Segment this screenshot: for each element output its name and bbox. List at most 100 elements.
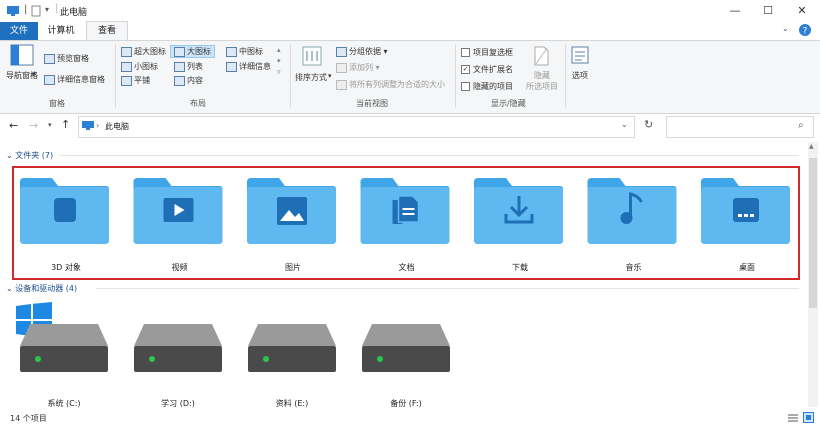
breadcrumb-this-pc[interactable]: 此电脑 bbox=[105, 121, 129, 132]
doc-line-glyph bbox=[402, 208, 415, 210]
layout-list[interactable]: 列表 bbox=[174, 61, 203, 72]
scrollbar-thumb[interactable] bbox=[809, 158, 817, 308]
folder-item[interactable] bbox=[701, 178, 790, 244]
drive-body bbox=[20, 346, 108, 372]
sort-by-icon[interactable] bbox=[301, 45, 323, 67]
folder-label: 3D 对象 bbox=[51, 263, 81, 272]
drive-item[interactable] bbox=[362, 324, 450, 372]
drive-item[interactable] bbox=[134, 324, 222, 372]
drives-group-label: 设备和驱动器 (4) bbox=[15, 284, 78, 293]
address-dropdown-icon[interactable]: ⌄ bbox=[621, 120, 628, 129]
folders-group-label: 文件夹 (7) bbox=[15, 151, 54, 160]
layout-medium-icons[interactable]: 中图标 bbox=[226, 46, 263, 57]
breadcrumb-chevron-icon[interactable]: › bbox=[96, 121, 99, 130]
divider bbox=[96, 288, 799, 289]
close-button[interactable]: ✕ bbox=[787, 0, 817, 22]
folders-group-header[interactable]: ⌄ 文件夹 (7) bbox=[6, 150, 53, 161]
drive-body bbox=[362, 346, 450, 372]
computer-icon bbox=[82, 121, 94, 130]
qat-dropdown-icon[interactable]: ▾ bbox=[45, 5, 49, 19]
navigation-pane-icon[interactable] bbox=[10, 44, 34, 66]
folder-item[interactable] bbox=[247, 178, 336, 244]
computer-icon bbox=[7, 6, 19, 16]
layout-details-label: 详细信息 bbox=[239, 62, 271, 71]
item-checkboxes-checkbox bbox=[461, 48, 470, 57]
drives-group-header[interactable]: ⌄ 设备和驱动器 (4) bbox=[6, 283, 77, 294]
ribbon-separator bbox=[290, 44, 291, 108]
scroll-up-icon[interactable]: ▲ bbox=[809, 143, 814, 150]
ribbon-separator bbox=[455, 44, 456, 108]
layout-large-label: 大图标 bbox=[187, 47, 211, 56]
address-bar[interactable] bbox=[78, 116, 635, 138]
list-icon bbox=[174, 61, 185, 72]
layout-tiles[interactable]: 平铺 bbox=[121, 75, 150, 86]
options-button[interactable]: 选项 bbox=[572, 70, 588, 81]
drive-body bbox=[248, 346, 336, 372]
hide-selected-icon[interactable] bbox=[532, 45, 550, 67]
minimize-button[interactable]: — bbox=[720, 0, 750, 22]
hide-selected-button[interactable]: 隐藏 所选项目 bbox=[522, 70, 562, 92]
item-checkboxes-toggle[interactable]: 项目复选框 bbox=[461, 47, 513, 58]
forward-button[interactable]: → bbox=[29, 119, 38, 132]
cube-icon bbox=[54, 198, 76, 222]
fit-columns-button[interactable]: 将所有列调整为合适的大小 bbox=[336, 79, 445, 90]
group-label-show-hide: 显示/隐藏 bbox=[491, 99, 526, 108]
drive-top bbox=[134, 324, 222, 346]
folder-item[interactable] bbox=[474, 178, 563, 244]
layout-extra-large-icons[interactable]: 超大图标 bbox=[121, 46, 166, 57]
tab-view[interactable]: 查看 bbox=[86, 21, 128, 40]
options-icon[interactable] bbox=[570, 45, 590, 65]
sort-by-button[interactable]: 排序方式 bbox=[295, 72, 327, 83]
details-view-icon[interactable] bbox=[788, 413, 798, 423]
drive-body bbox=[134, 346, 222, 372]
hidden-items-checkbox bbox=[461, 82, 470, 91]
add-column-button[interactable]: 添加列 ▾ bbox=[336, 62, 380, 73]
status-bar bbox=[0, 408, 820, 428]
ribbon-collapse-icon[interactable]: ⌄ bbox=[782, 24, 789, 33]
recent-locations-icon[interactable]: ▾ bbox=[48, 121, 52, 129]
maximize-button[interactable]: ☐ bbox=[753, 0, 783, 22]
hidden-items-toggle[interactable]: 隐藏的项目 bbox=[461, 81, 513, 92]
tab-file[interactable]: 文件 bbox=[0, 22, 38, 40]
drive-top bbox=[362, 324, 450, 346]
layout-details[interactable]: 详细信息 bbox=[226, 61, 271, 72]
properties-icon[interactable] bbox=[31, 5, 41, 17]
details-pane-button[interactable]: 详细信息窗格 bbox=[44, 74, 105, 85]
drive-top bbox=[20, 324, 108, 346]
back-button[interactable]: ← bbox=[9, 119, 18, 132]
layout-small-label: 小图标 bbox=[134, 62, 158, 71]
folder-item[interactable] bbox=[360, 178, 450, 244]
folder-item[interactable] bbox=[587, 178, 677, 244]
large-icons-view-icon[interactable] bbox=[803, 412, 814, 423]
folder-label: 文档 bbox=[398, 263, 415, 272]
folder-item[interactable] bbox=[20, 178, 109, 244]
help-icon[interactable]: ? bbox=[798, 23, 812, 37]
refresh-button[interactable]: ↻ bbox=[644, 118, 653, 131]
folder-label: 视频 bbox=[171, 263, 188, 272]
file-extensions-label: 文件扩展名 bbox=[473, 65, 513, 74]
file-extensions-toggle[interactable]: ✓ 文件扩展名 bbox=[461, 64, 513, 75]
layout-content[interactable]: 内容 bbox=[174, 75, 203, 86]
up-button[interactable]: ↑ bbox=[61, 118, 70, 131]
tab-computer[interactable]: 计算机 bbox=[38, 22, 84, 40]
group-by-button[interactable]: 分组依据 ▾ bbox=[336, 46, 388, 57]
svg-text:?: ? bbox=[803, 27, 808, 37]
details-pane-icon bbox=[44, 74, 55, 85]
search-input[interactable] bbox=[666, 116, 814, 138]
qat-separator: | bbox=[24, 4, 28, 15]
drive-led-icon bbox=[35, 356, 41, 362]
title-separator: | bbox=[55, 3, 59, 14]
drive-item[interactable] bbox=[20, 324, 108, 372]
taskbar-dot-glyph bbox=[750, 214, 754, 217]
search-icon[interactable]: ⌕ bbox=[798, 120, 804, 131]
folder-item[interactable] bbox=[133, 178, 223, 244]
drive-top bbox=[248, 324, 336, 346]
preview-pane-button[interactable]: 预览窗格 bbox=[44, 53, 89, 64]
drive-item[interactable] bbox=[248, 324, 336, 372]
layout-scroll-icon[interactable]: ▴ ▾ ▿ bbox=[277, 45, 281, 78]
group-label-current-view: 当前视图 bbox=[356, 99, 388, 108]
title-bar bbox=[0, 0, 820, 22]
layout-small-icons[interactable]: 小图标 bbox=[121, 61, 158, 72]
drives-grid bbox=[20, 324, 450, 372]
layout-large-icons[interactable]: 大图标 bbox=[170, 45, 215, 58]
